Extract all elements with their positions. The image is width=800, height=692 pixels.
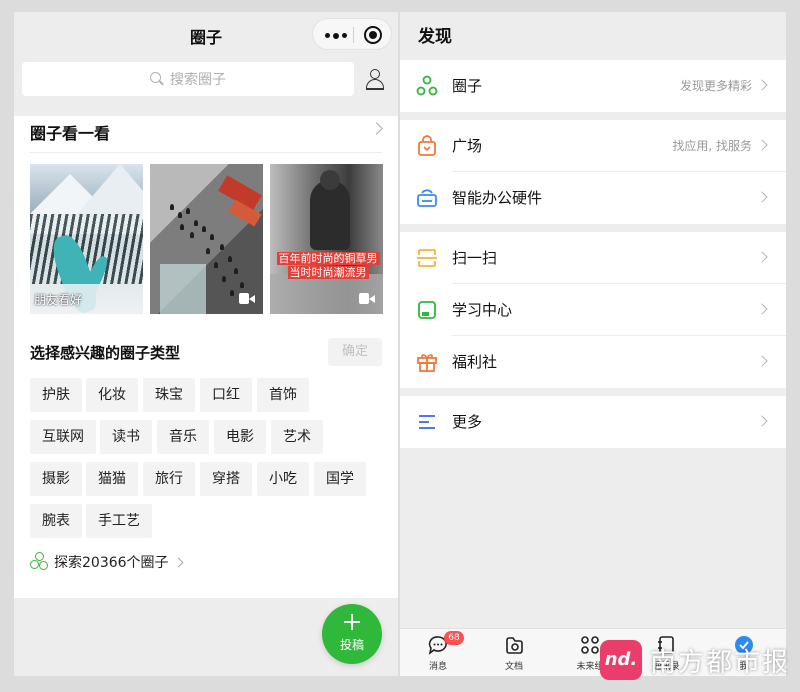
video-icon [359,293,375,304]
chevron-right-icon[interactable] [370,122,383,135]
chevron-right-icon [756,415,768,427]
unread-badge: 68 [444,631,464,645]
interest-chip[interactable]: 口红 [200,378,252,412]
interest-chip[interactable]: 艺术 [271,420,323,454]
interest-chip[interactable]: 小吃 [257,462,309,496]
discover-row-study-center[interactable]: 学习中心 [400,284,786,336]
chevron-right-icon [756,139,768,151]
study-icon [418,301,436,319]
mini-program-capsule[interactable] [312,18,392,50]
interest-chip[interactable]: 穿搭 [200,462,252,496]
profile-icon[interactable] [364,68,386,90]
interest-chip[interactable]: 猫猫 [86,462,138,496]
search-placeholder: 搜索圈子 [170,72,226,88]
video-icon [239,293,255,304]
row-label: 福利社 [452,353,498,371]
search-icon [150,72,164,86]
row-label: 更多 [452,413,483,431]
tab-label: 文档 [504,662,523,672]
row-label: 学习中心 [452,301,513,319]
discover-group: 圈子 发现更多精彩 [400,60,786,112]
tab-label: 消息 [428,662,447,672]
post-thumbnail[interactable]: 朋友看好 [30,164,143,314]
interest-chip[interactable]: 旅行 [143,462,195,496]
chevron-right-icon [756,355,768,367]
section-title[interactable]: 圈子看一看 [30,120,110,144]
post-button-label: 投稿 [339,638,364,652]
plus-icon [344,614,360,630]
circle-header: 圈子 搜索圈子 [14,12,398,116]
grid-icon [581,636,599,654]
row-label: 扫一扫 [452,249,498,267]
interest-chip[interactable]: 音乐 [157,420,209,454]
shopping-bag-icon [418,135,436,156]
discover-panel: 发现 圈子 发现更多精彩 广场 找应用, 找服务 智能办公硬件 扫一扫 学习中心… [400,12,786,676]
thumbnail-caption: 百年前时尚的铜草男 当时时尚潮流男 [276,252,380,279]
page-title: 发现 [418,27,452,47]
chevron-right-icon [756,303,768,315]
divider [30,152,382,153]
interest-chip[interactable]: 摄影 [30,462,82,496]
interest-chip[interactable]: 腕表 [30,504,82,538]
discover-row-scan[interactable]: 扫一扫 [400,232,786,284]
discover-row-plaza[interactable]: 广场 找应用, 找服务 [400,120,786,172]
watermark-text: 南方都市报 [650,648,791,678]
explore-text: 探索20366个圈子 [54,555,169,571]
row-label: 圈子 [452,77,483,95]
gift-icon [417,354,437,372]
row-subtitle: 发现更多精彩 [679,79,752,93]
interest-chip[interactable]: 护肤 [30,378,82,412]
newspaper-logo: nd. [600,640,642,680]
row-subtitle: 找应用, 找服务 [672,139,752,153]
explore-circles-link[interactable]: 探索20366个圈子 [30,552,183,572]
row-label: 广场 [452,137,483,155]
scan-icon [417,249,437,267]
interest-chip[interactable]: 珠宝 [143,378,195,412]
chevron-right-icon [756,191,768,203]
interest-chip[interactable]: 化妆 [86,378,138,412]
document-icon [506,637,523,654]
menu-lines-icon [419,415,435,429]
chevron-right-icon [756,251,768,263]
interest-chip[interactable]: 互联网 [30,420,96,454]
chevron-right-icon [756,79,768,91]
interest-section-title: 选择感兴趣的圈子类型 [30,344,181,362]
discover-group: 更多 [400,396,786,448]
discover-row-circle[interactable]: 圈子 发现更多精彩 [400,60,786,112]
confirm-button[interactable]: 确定 [328,338,382,366]
post-thumbnail[interactable]: 百年前时尚的铜草男 当时时尚潮流男 [270,164,383,314]
interest-chip[interactable]: 读书 [100,420,152,454]
circle-panel: 圈子 搜索圈子 圈子看一看 朋友看好 百年前时尚的铜草男 当时时尚潮流男 选择感… [14,12,398,676]
more-icon[interactable] [325,32,347,39]
interest-chip[interactable]: 电影 [214,420,266,454]
tab-messages[interactable]: 68 消息 [408,631,468,675]
discover-group: 扫一扫 学习中心 福利社 [400,232,786,388]
chevron-right-icon [173,557,183,567]
discover-row-welfare[interactable]: 福利社 [400,336,786,388]
discover-row-more[interactable]: 更多 [400,396,786,448]
close-target-icon[interactable] [364,26,382,44]
watermark: nd. 南方都市报 [600,638,796,684]
discover-row-office-hardware[interactable]: 智能办公硬件 [400,172,786,224]
interest-chip[interactable]: 国学 [314,462,366,496]
tab-documents[interactable]: 文档 [484,633,544,675]
discover-group: 广场 找应用, 找服务 智能办公硬件 [400,120,786,224]
circle-network-icon [30,552,50,572]
office-device-icon [417,189,437,207]
capsule-divider [353,27,354,43]
row-label: 智能办公硬件 [452,189,543,207]
search-input[interactable]: 搜索圈子 [22,62,354,96]
post-button[interactable]: 投稿 [322,604,382,664]
thumbnail-caption: 朋友看好 [34,293,83,307]
circle-network-icon [416,75,438,96]
interest-chip[interactable]: 首饰 [257,378,309,412]
post-thumbnail[interactable] [150,164,263,314]
interest-chip[interactable]: 手工艺 [86,504,152,538]
